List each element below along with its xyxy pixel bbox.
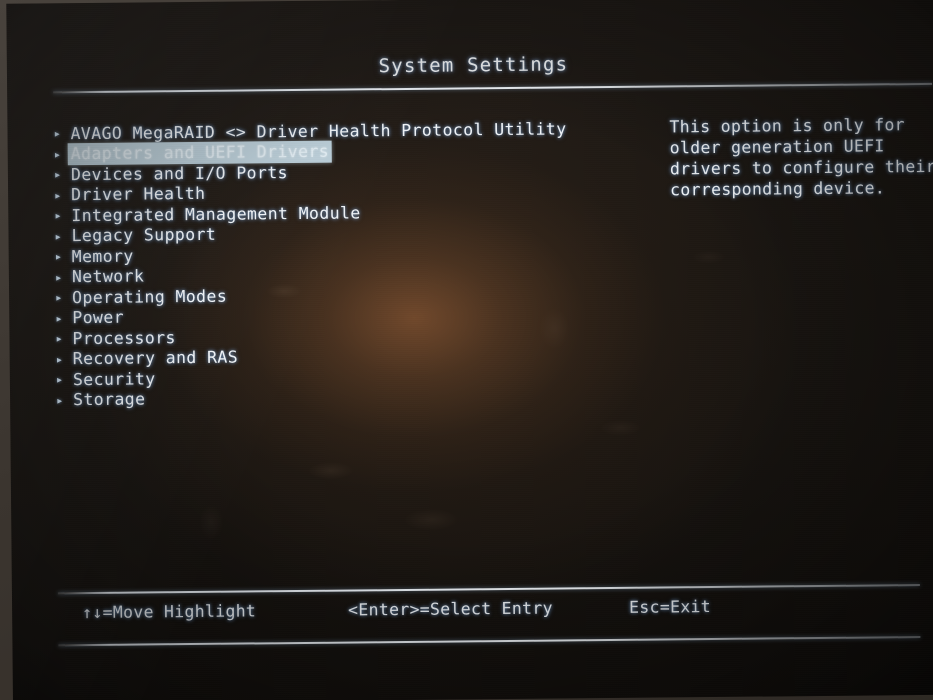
menu-item-label: Security [72, 369, 156, 389]
photo-of-monitor: System Settings ▸ AVAGO MegaRAID <> Drive… [0, 0, 933, 700]
menu-item[interactable]: ▸ Storage [56, 384, 616, 410]
menu-item-label: Storage [73, 389, 146, 410]
hint-select-entry: <Enter>=Select Entry [348, 598, 553, 620]
caret-right-icon: ▸ [54, 249, 63, 264]
menu-item-label: Network [71, 266, 145, 287]
caret-right-icon: ▸ [53, 167, 62, 182]
caret-right-icon: ▸ [53, 126, 62, 141]
menu-item-label: Memory [71, 246, 134, 266]
help-panel: This option is only for older generation … [669, 114, 933, 201]
caret-right-icon: ▸ [54, 229, 63, 244]
menu-item-label: Devices and I/O Ports [70, 162, 289, 184]
page-title: System Settings [378, 53, 569, 78]
header-divider [53, 82, 933, 94]
caret-right-icon: ▸ [54, 208, 63, 223]
menu-item-label: Power [72, 307, 125, 328]
footer-divider-top [57, 584, 920, 595]
menu-item-label: Operating Modes [72, 286, 228, 307]
caret-right-icon: ▸ [54, 188, 62, 203]
menu-item-label: Processors [72, 327, 176, 348]
caret-right-icon: ▸ [55, 290, 63, 305]
menu-item-label: Integrated Management Module [71, 203, 361, 225]
caret-right-icon: ▸ [55, 311, 63, 326]
caret-right-icon: ▸ [55, 331, 64, 346]
caret-right-icon: ▸ [54, 270, 63, 285]
footer-divider-bottom [58, 636, 921, 647]
hint-exit: Esc=Exit [629, 597, 712, 617]
caret-right-icon: ▸ [56, 393, 64, 408]
menu-item-label: Legacy Support [71, 225, 217, 246]
settings-menu: ▸ AVAGO MegaRAID <> Driver Health Protoco… [53, 118, 616, 410]
help-text-line: older generation UEFI [669, 136, 885, 158]
uefi-setup-ui: System Settings ▸ AVAGO MegaRAID <> Drive… [6, 0, 933, 700]
help-text-line: This option is only for [669, 115, 905, 137]
menu-item-label: Recovery and RAS [72, 347, 239, 369]
menu-item-label: Driver Health [71, 184, 206, 205]
monitor-screen: System Settings ▸ AVAGO MegaRAID <> Drive… [6, 0, 933, 700]
caret-right-icon: ▸ [55, 352, 64, 367]
help-text-line: corresponding device. [670, 178, 886, 200]
caret-right-icon: ▸ [55, 372, 64, 387]
footer-key-hints: ↑↓=Move Highlight <Enter>=Select Entry E… [12, 595, 933, 636]
monitor-bezel: System Settings ▸ AVAGO MegaRAID <> Drive… [0, 0, 933, 700]
hint-move-highlight: ↑↓=Move Highlight [82, 601, 257, 623]
help-text-line: drivers to configure their [669, 156, 933, 179]
